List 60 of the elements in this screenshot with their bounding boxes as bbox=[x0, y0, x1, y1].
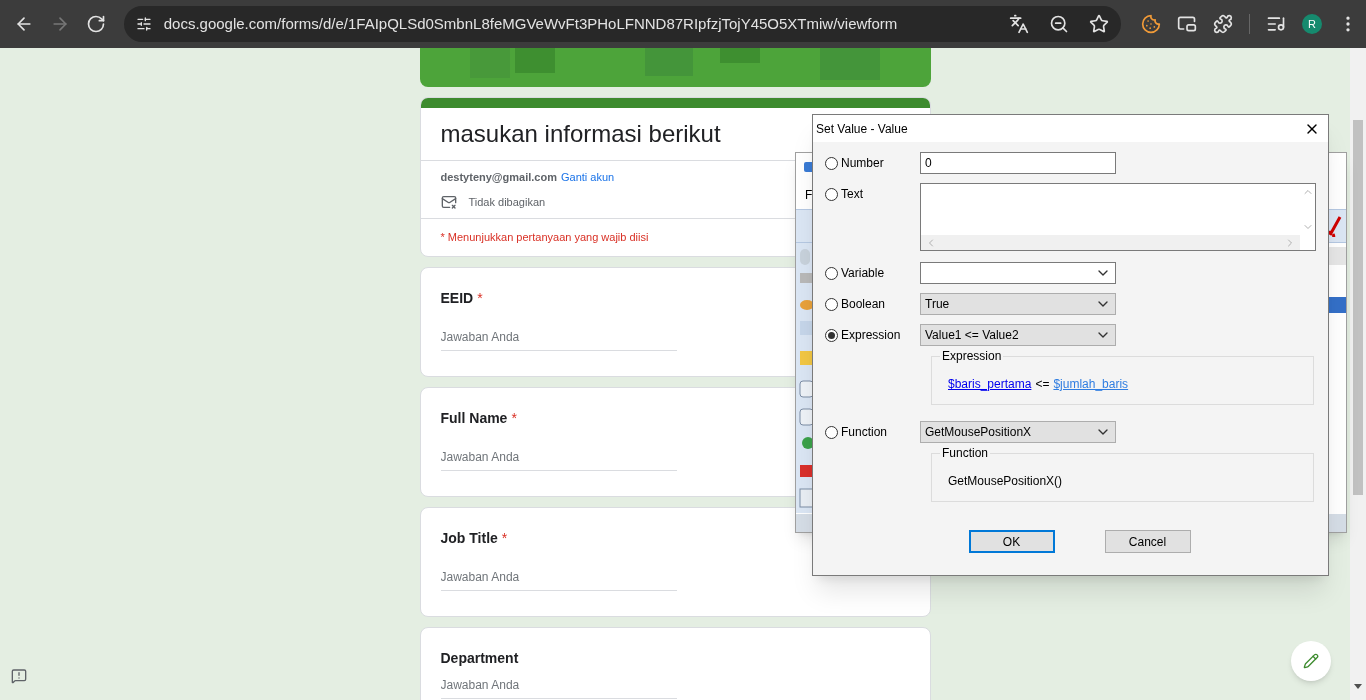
scrollbar[interactable] bbox=[1350, 48, 1366, 700]
form-title: masukan informasi berikut bbox=[440, 119, 721, 149]
radio-button[interactable] bbox=[825, 328, 838, 342]
option-label: Text bbox=[841, 186, 863, 203]
account-email: destyteny@gmail.com bbox=[440, 170, 557, 185]
site-info-icon[interactable] bbox=[135, 16, 152, 32]
zoom-icon[interactable] bbox=[1049, 14, 1069, 34]
option-label: Boolean bbox=[841, 296, 886, 313]
variable-link[interactable]: $jumlah_baris bbox=[1053, 375, 1129, 393]
required-asterisk: * bbox=[477, 288, 483, 308]
not-shared-text: Tidak dibagikan bbox=[468, 194, 546, 210]
option-label: Variable bbox=[841, 265, 885, 282]
operator-text: <= bbox=[1035, 376, 1050, 393]
number-field[interactable]: 0 bbox=[920, 152, 1116, 174]
function-call-text: GetMousePositionX() bbox=[948, 473, 1063, 490]
radio-button[interactable] bbox=[825, 156, 838, 170]
address-bar[interactable]: docs.google.com/forms/d/e/1FAIpQLSd0SmbnL8feMGVeWvFt3PHoLFNND87RIpfzjTojY45O5XTmiw/viewform bbox=[123, 6, 1121, 42]
dialog-button[interactable]: OK bbox=[968, 530, 1055, 553]
answer-field[interactable]: Jawaban Anda bbox=[440, 568, 677, 591]
radio-button[interactable] bbox=[825, 297, 838, 311]
radio-button[interactable] bbox=[825, 425, 838, 439]
picture-in-picture-icon[interactable] bbox=[1177, 14, 1197, 34]
feedback-icon[interactable] bbox=[11, 668, 27, 684]
url-text: docs.google.com/forms/d/e/1FAIpQLSd0SmbnL8feMGVeWvFt3PHoLFNND87RIpfzjTojY45O5XTmiw/viewform bbox=[163, 13, 899, 34]
group-legend: Expression bbox=[940, 347, 1004, 365]
switch-account-link[interactable]: Ganti akun bbox=[561, 169, 615, 186]
required-asterisk: * bbox=[501, 528, 508, 548]
pencil-icon bbox=[1303, 653, 1319, 669]
dialog-title: Set Value - Value bbox=[816, 120, 908, 138]
dropdown[interactable]: GetMousePositionX bbox=[920, 421, 1116, 443]
cookie-icon[interactable] bbox=[1141, 14, 1161, 34]
question-label: Department bbox=[440, 648, 519, 668]
required-asterisk: * bbox=[511, 408, 517, 428]
dialog-button[interactable]: Cancel bbox=[1104, 530, 1191, 553]
variable-link[interactable]: $baris_pertama bbox=[948, 375, 1032, 393]
option-label: Function bbox=[841, 424, 888, 441]
mail-off-icon bbox=[440, 193, 457, 210]
answer-field[interactable]: Jawaban Anda bbox=[440, 328, 677, 351]
extensions-icon[interactable] bbox=[1213, 14, 1233, 34]
reload-icon bbox=[85, 14, 106, 34]
question-label: Job Title bbox=[440, 528, 498, 548]
dropdown[interactable] bbox=[920, 262, 1116, 284]
translate-icon[interactable] bbox=[1009, 14, 1029, 34]
radio-button[interactable] bbox=[825, 187, 838, 201]
dropdown[interactable]: True bbox=[920, 293, 1116, 315]
group-legend: Function bbox=[940, 444, 991, 462]
media-queue-icon[interactable] bbox=[1266, 14, 1286, 34]
question-label: Full Name bbox=[440, 408, 508, 428]
question-label: EEID bbox=[440, 288, 474, 308]
radio-button[interactable] bbox=[825, 266, 838, 280]
menu-item[interactable]: F bbox=[805, 186, 813, 204]
option-label: Expression bbox=[841, 327, 901, 344]
option-label: Number bbox=[841, 155, 884, 172]
profile-avatar[interactable]: R bbox=[1302, 14, 1322, 34]
bookmark-star-icon[interactable] bbox=[1089, 14, 1109, 34]
dropdown[interactable]: Value1 <= Value2 bbox=[920, 324, 1116, 346]
edit-button[interactable] bbox=[1291, 641, 1331, 681]
answer-field[interactable]: Jawaban Anda bbox=[440, 448, 677, 471]
answer-field[interactable]: Jawaban Anda bbox=[440, 676, 677, 699]
required-note: * Menunjukkan pertanyaan yang wajib diisi bbox=[440, 230, 649, 246]
